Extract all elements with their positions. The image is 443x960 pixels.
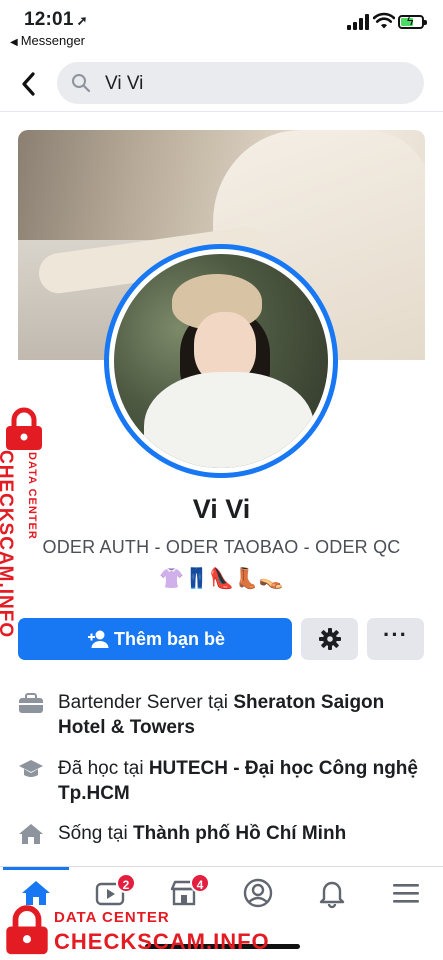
work-prefix: Bartender Server tại xyxy=(58,692,234,713)
tab-menu[interactable] xyxy=(390,877,430,911)
watermark-checkscam: CHECKSCAM.INFO xyxy=(54,929,270,954)
tab-marketplace[interactable]: 4 xyxy=(168,873,210,911)
watermark-checkscam-vertical: CHECKSCAM.INFO xyxy=(0,450,16,639)
add-friend-icon xyxy=(88,630,109,648)
cellular-signal-icon xyxy=(347,14,369,30)
watch-badge: 2 xyxy=(116,873,136,893)
gear-icon xyxy=(319,628,341,650)
status-bar: 12:01 ➚ ◀ Messenger ϟ xyxy=(0,0,443,56)
more-options-button[interactable]: ··· xyxy=(367,618,424,660)
battery-icon: ϟ xyxy=(398,14,427,29)
briefcase-icon xyxy=(19,693,43,713)
add-friend-label: Thêm bạn bè xyxy=(114,629,226,649)
search-icon xyxy=(72,74,91,93)
wifi-icon xyxy=(373,12,395,29)
profile-bio: ODER AUTH - ODER TAOBAO - ODER QC xyxy=(42,537,401,557)
location-arrow-icon: ➚ xyxy=(76,13,88,28)
marketplace-badge: 4 xyxy=(190,873,210,893)
hamburger-menu-icon xyxy=(393,884,419,903)
bell-icon xyxy=(319,881,345,909)
education-prefix: Đã học tại xyxy=(58,758,149,779)
bio-emojis: 👚👖👠👢👡 xyxy=(159,568,284,590)
residence-city-link[interactable]: Thành phố Hồ Chí Minh xyxy=(133,823,346,844)
back-triangle-icon: ◀ xyxy=(10,37,18,48)
residence-prefix: Sống tại xyxy=(58,823,133,844)
watermark-data-center-vertical: DATA CENTER xyxy=(26,452,38,540)
watermark-lock-icon xyxy=(6,407,42,450)
active-tab-indicator xyxy=(3,867,69,870)
clock: 12:01 ➚ xyxy=(24,9,88,30)
profile-name: Vi Vi xyxy=(192,494,251,524)
add-friend-button[interactable]: Thêm bạn bè xyxy=(18,618,292,660)
search-input[interactable]: Vi Vi xyxy=(57,62,424,104)
tab-watch[interactable]: 2 xyxy=(94,873,136,911)
back-to-app-link[interactable]: ◀ Messenger xyxy=(10,33,85,48)
tab-profile[interactable] xyxy=(242,877,282,911)
more-dots-icon: ··· xyxy=(383,622,408,647)
settings-button[interactable] xyxy=(301,618,358,660)
graduation-cap-icon xyxy=(19,760,43,777)
house-icon xyxy=(19,824,43,844)
tab-notifications[interactable] xyxy=(316,877,356,911)
profile-icon xyxy=(243,878,273,908)
watermark-data-center: DATA CENTER xyxy=(54,909,170,926)
watermark-lock-icon-bottom xyxy=(6,905,48,955)
search-header: Vi Vi xyxy=(0,56,443,112)
search-query: Vi Vi xyxy=(105,73,144,94)
profile-picture[interactable] xyxy=(104,244,338,478)
back-arrow-icon[interactable] xyxy=(18,70,40,98)
